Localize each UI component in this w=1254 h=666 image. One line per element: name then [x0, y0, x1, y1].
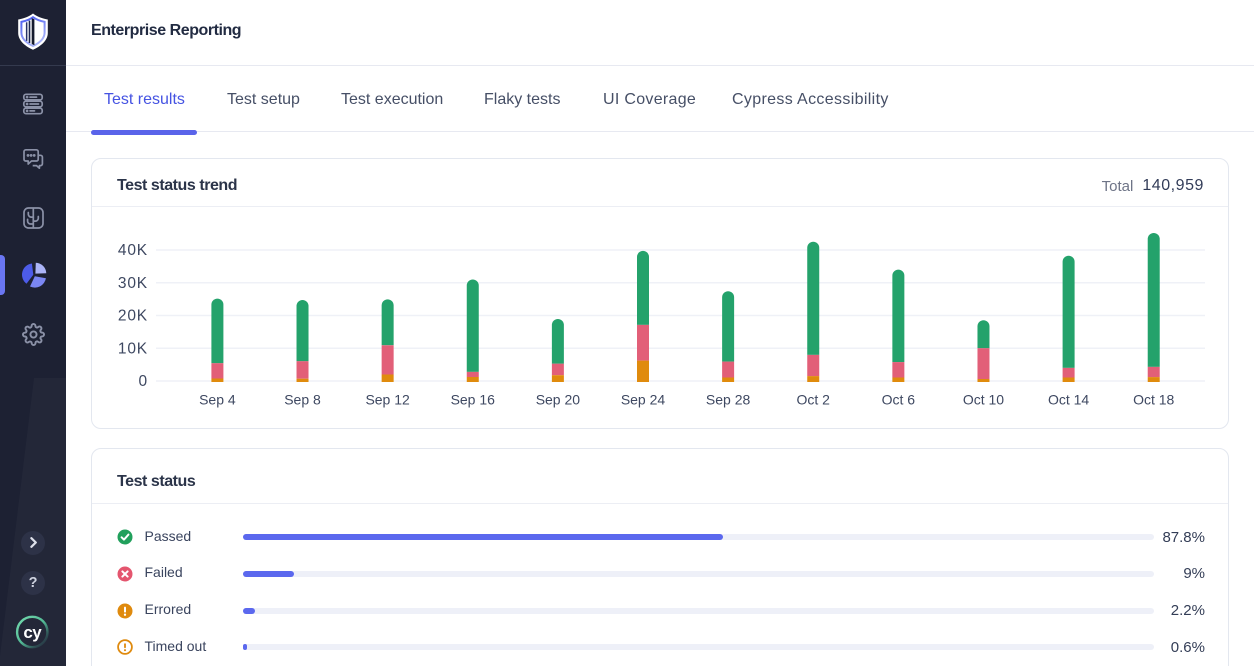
svg-text:Sep 12: Sep 12 — [365, 391, 410, 407]
svg-text:Sep 28: Sep 28 — [706, 391, 751, 407]
svg-text:40K: 40K — [118, 242, 148, 259]
svg-text:y: y — [32, 623, 42, 642]
svg-text:Sep 20: Sep 20 — [536, 391, 581, 407]
svg-text:Sep 16: Sep 16 — [451, 391, 496, 407]
svg-text:Sep 24: Sep 24 — [621, 391, 666, 407]
svg-text:Oct 10: Oct 10 — [963, 391, 1004, 407]
svg-text:0: 0 — [139, 373, 148, 390]
svg-text:10K: 10K — [118, 340, 148, 357]
svg-text:Sep 8: Sep 8 — [284, 391, 321, 407]
svg-text:Sep 4: Sep 4 — [199, 391, 236, 407]
svg-text:Oct 2: Oct 2 — [797, 391, 831, 407]
svg-text:20K: 20K — [118, 308, 148, 325]
svg-text:Oct 14: Oct 14 — [1048, 391, 1089, 407]
svg-text:Oct 6: Oct 6 — [882, 391, 916, 407]
svg-text:Oct 18: Oct 18 — [1133, 391, 1174, 407]
svg-text:30K: 30K — [118, 275, 148, 292]
